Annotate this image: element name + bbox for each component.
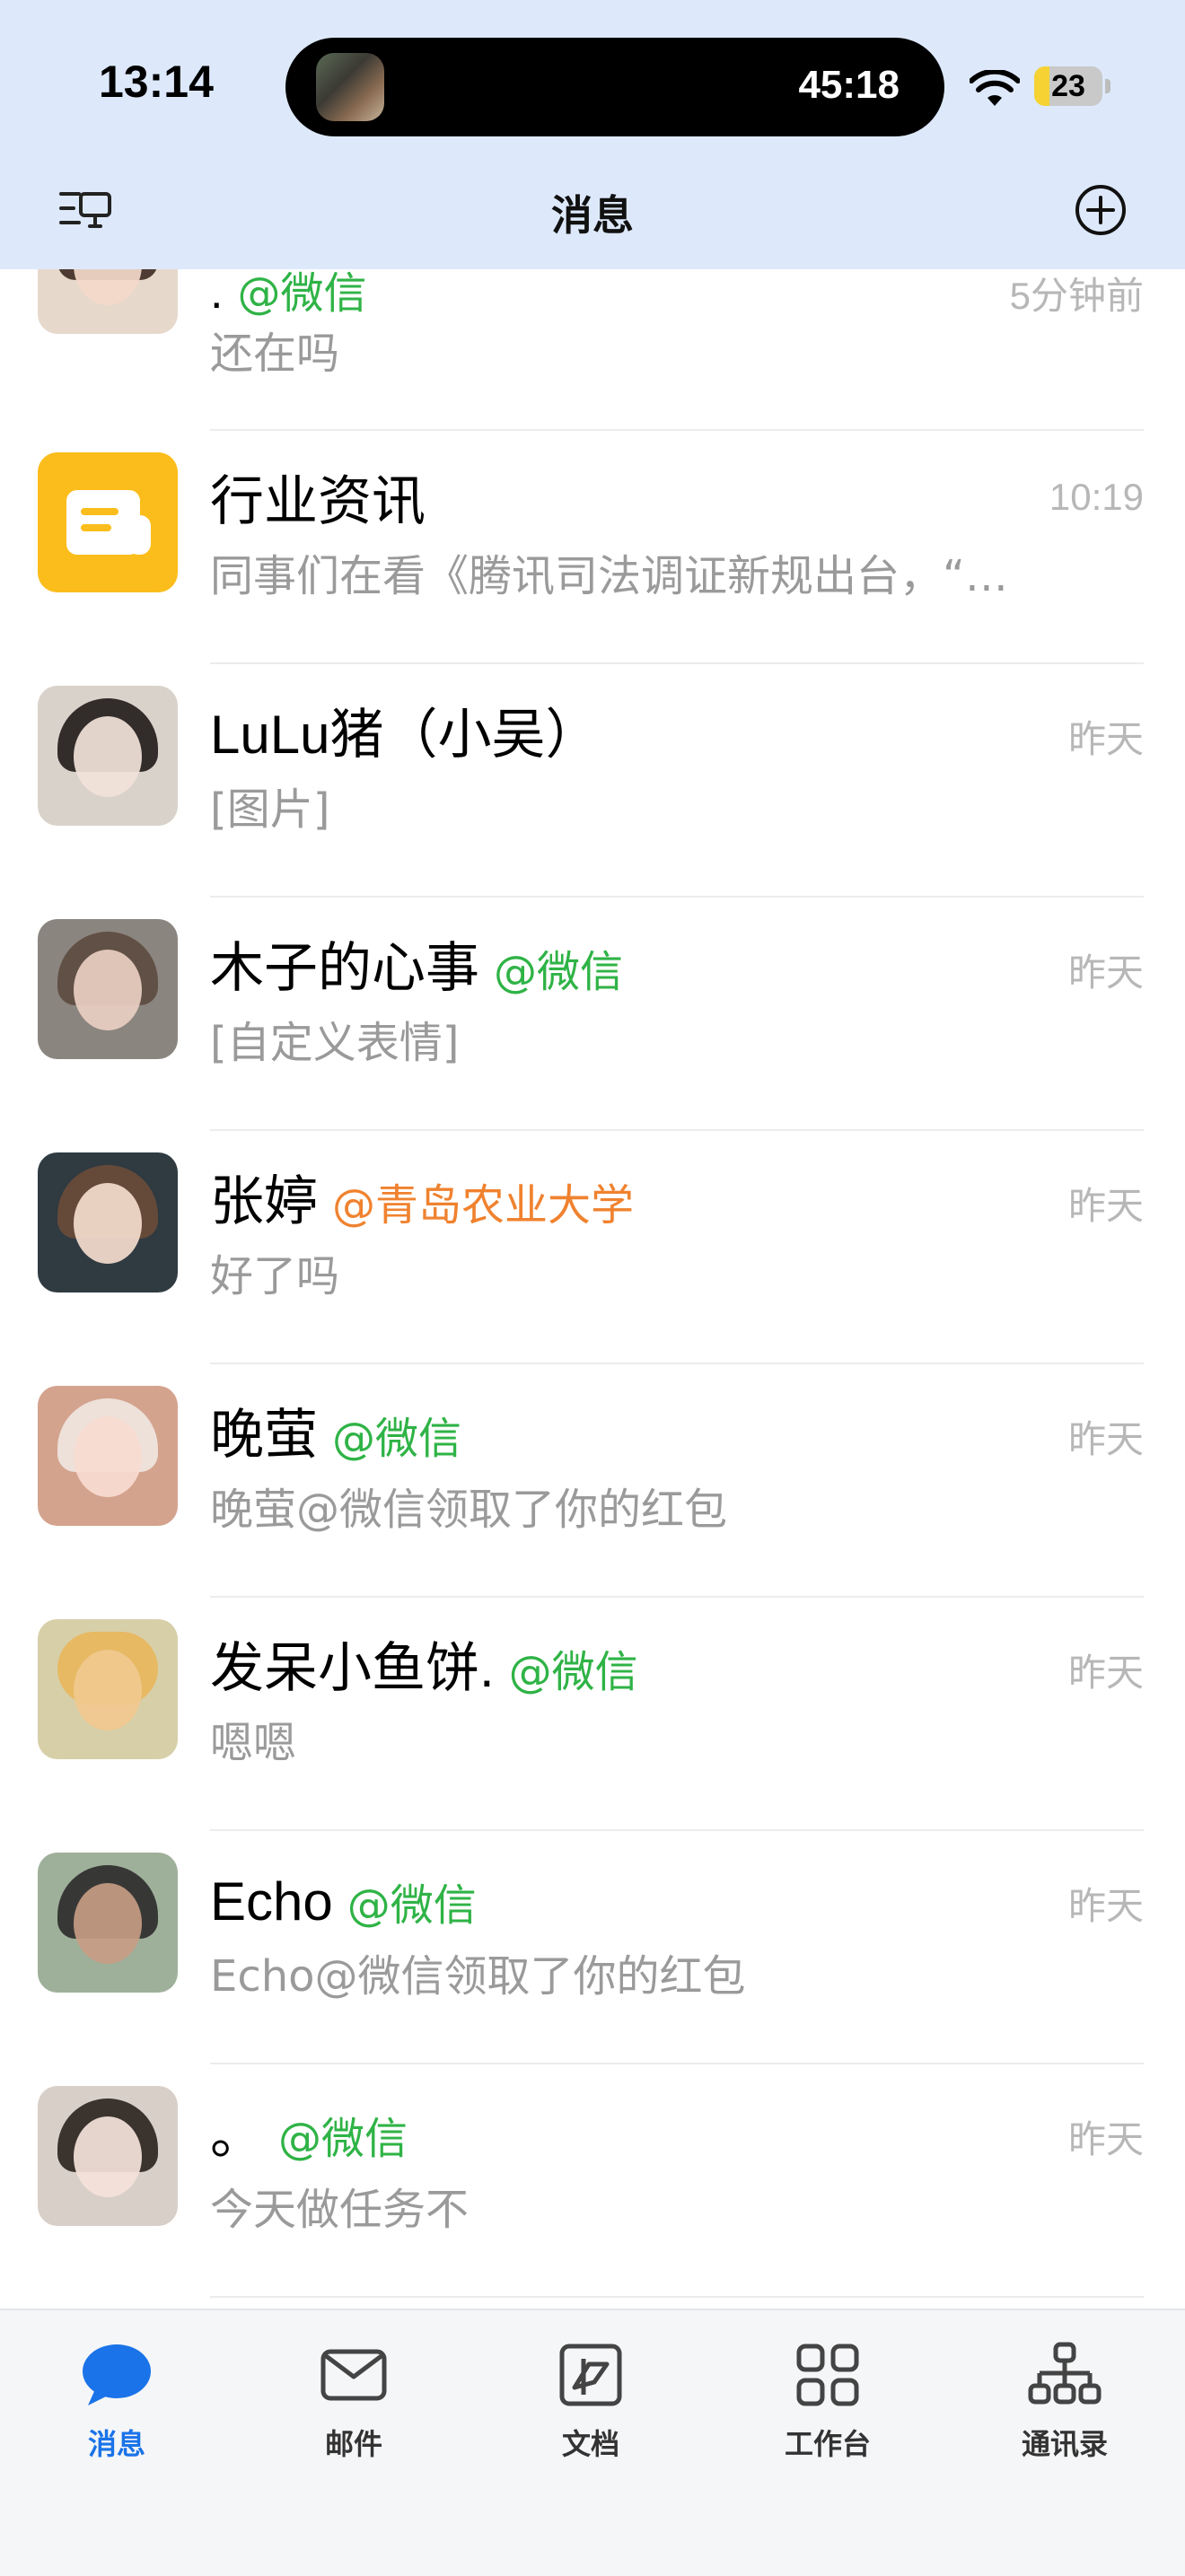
status-time: 13:14 bbox=[99, 57, 214, 107]
org-chart-icon bbox=[1028, 2342, 1102, 2405]
tab-mail[interactable]: 邮件 bbox=[282, 2337, 426, 2472]
message-time: 昨天 bbox=[1067, 1652, 1144, 1694]
message-time: 昨天 bbox=[1067, 1885, 1144, 1927]
tab-contacts[interactable]: 通讯录 bbox=[993, 2337, 1137, 2472]
contact-name: 张婷 bbox=[210, 1171, 318, 1231]
contact-name: 晚萤 bbox=[210, 1405, 318, 1465]
add-circle-icon[interactable] bbox=[1074, 183, 1128, 237]
tab-label: 文档 bbox=[561, 2427, 619, 2461]
message-preview: [图片] bbox=[210, 784, 330, 835]
contact-tag: @微信 bbox=[278, 2114, 408, 2164]
message-time: 10:19 bbox=[1049, 476, 1144, 518]
document-icon bbox=[559, 2344, 622, 2406]
tab-workbench[interactable]: 工作台 bbox=[756, 2337, 900, 2472]
conversation-row[interactable]: 张婷 @青岛农业大学 昨天 好了吗 bbox=[0, 1131, 1185, 1364]
tab-label: 工作台 bbox=[784, 2427, 871, 2461]
message-time: 昨天 bbox=[1067, 2118, 1144, 2160]
message-preview: 同事们在看《腾讯司法调证新规出台，“… bbox=[210, 551, 1008, 601]
divider bbox=[210, 2296, 1144, 2298]
chat-bubble-icon bbox=[83, 2344, 151, 2405]
contact-tag: @微信 bbox=[237, 268, 367, 319]
contact-name: 发呆小鱼饼. bbox=[210, 1638, 495, 1698]
contact-org-tag: @青岛农业大学 bbox=[332, 1180, 635, 1231]
tab-messages[interactable]: 消息 bbox=[45, 2337, 189, 2472]
page-title: 消息 bbox=[551, 191, 634, 240]
avatar bbox=[38, 1619, 178, 1759]
contact-name: 。 bbox=[210, 2105, 264, 2165]
bottom-tab-bar: 消息 邮件 文档 工作台 通讯录 bbox=[0, 2309, 1185, 2576]
avatar bbox=[38, 1853, 178, 1993]
conversation-row[interactable]: 晚萤 @微信 昨天 晚萤@微信领取了你的红包 bbox=[0, 1364, 1185, 1598]
grid-icon bbox=[796, 2344, 859, 2406]
contact-name: Echo bbox=[210, 1871, 333, 1932]
avatar bbox=[38, 686, 178, 826]
tab-label: 邮件 bbox=[324, 2427, 382, 2461]
message-preview: 今天做任务不 bbox=[210, 2185, 470, 2235]
tab-label: 通讯录 bbox=[1021, 2427, 1108, 2461]
message-time: 昨天 bbox=[1067, 718, 1144, 760]
contact-tag: @微信 bbox=[494, 947, 624, 997]
activity-thumbnail bbox=[316, 53, 384, 121]
conversation-row[interactable]: 。 @微信 昨天 今天做任务不 bbox=[0, 2064, 1185, 2298]
contact-name: 木子的心事 bbox=[210, 938, 479, 998]
battery-indicator: 23 bbox=[1034, 66, 1111, 106]
conversation-row[interactable]: 木子的心事 @微信 昨天 [自定义表情] bbox=[0, 898, 1185, 1131]
message-time: 5分钟前 bbox=[1009, 275, 1144, 317]
tab-documents[interactable]: 文档 bbox=[519, 2337, 663, 2472]
message-preview: 好了吗 bbox=[210, 1251, 340, 1301]
message-preview: 还在吗 bbox=[210, 329, 340, 379]
conversation-row[interactable]: 行业资讯 10:19 同事们在看《腾讯司法调证新规出台，“… bbox=[0, 431, 1185, 664]
contact-name: LuLu猪（小吴） bbox=[210, 705, 600, 765]
message-time: 昨天 bbox=[1067, 951, 1144, 994]
avatar bbox=[38, 1152, 178, 1292]
contact-tag: @微信 bbox=[347, 1880, 477, 1931]
message-preview: 嗯嗯 bbox=[210, 1718, 297, 1768]
contact-name: . bbox=[210, 267, 224, 319]
avatar bbox=[38, 1386, 178, 1526]
conversation-row[interactable]: LuLu猪（小吴） 昨天 [图片] bbox=[0, 664, 1185, 898]
message-time: 昨天 bbox=[1067, 1185, 1144, 1227]
avatar bbox=[38, 919, 178, 1059]
conversation-row[interactable]: Echo @微信 昨天 Echo@微信领取了你的红包 bbox=[0, 1831, 1185, 2064]
wifi-icon bbox=[970, 70, 1020, 106]
news-icon bbox=[66, 490, 151, 555]
avatar bbox=[38, 2086, 178, 2226]
tab-label: 消息 bbox=[87, 2427, 145, 2461]
activity-timer: 45:18 bbox=[798, 63, 900, 107]
conversation-row[interactable]: 发呆小鱼饼. @微信 昨天 嗯嗯 bbox=[0, 1598, 1185, 1831]
contact-name: 行业资讯 bbox=[210, 471, 426, 531]
dynamic-island[interactable]: 45:18 bbox=[285, 38, 944, 136]
contact-tag: @微信 bbox=[508, 1647, 638, 1697]
news-app-avatar bbox=[38, 452, 178, 592]
message-preview: 晚萤@微信领取了你的红包 bbox=[210, 1485, 728, 1535]
message-preview: [自定义表情] bbox=[210, 1018, 460, 1068]
top-bar: 13:14 45:18 23 消息 bbox=[0, 0, 1185, 269]
battery-percent: 23 bbox=[1051, 69, 1085, 103]
mail-icon bbox=[320, 2349, 387, 2401]
contact-tag: @微信 bbox=[332, 1414, 462, 1464]
message-preview: Echo@微信领取了你的红包 bbox=[210, 1951, 746, 2002]
message-time: 昨天 bbox=[1067, 1418, 1144, 1460]
